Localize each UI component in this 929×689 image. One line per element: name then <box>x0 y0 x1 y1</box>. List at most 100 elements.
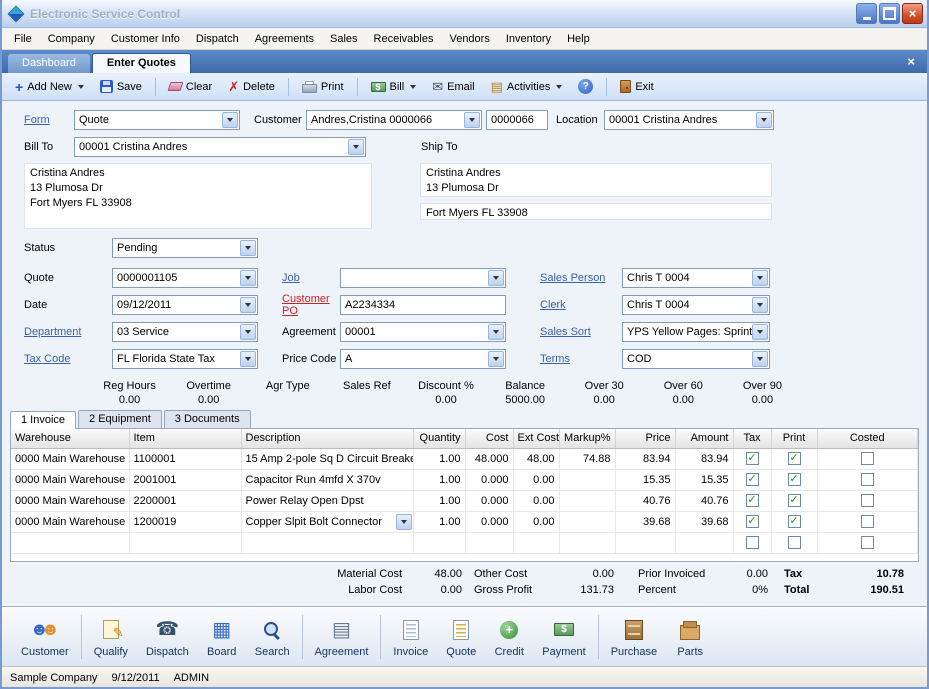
col-print[interactable]: Print <box>771 429 817 448</box>
dropdown-arrow-icon[interactable] <box>240 270 256 286</box>
menu-customer-info[interactable]: Customer Info <box>103 30 188 48</box>
cell-ext-cost[interactable]: 0.00 <box>513 511 559 532</box>
cell-item[interactable]: 1200019 <box>129 511 241 532</box>
department-link-label[interactable]: Department <box>24 326 112 338</box>
date-select[interactable]: 09/12/2011 <box>112 295 258 315</box>
cell-cost[interactable]: 0.000 <box>465 490 513 511</box>
ship-address-box[interactable]: Cristina Andres 13 Plumosa Dr <box>420 163 772 197</box>
status-select[interactable]: Pending <box>112 238 258 258</box>
tax-checkbox[interactable] <box>746 515 759 528</box>
dropdown-arrow-icon[interactable] <box>240 351 256 367</box>
cell-warehouse[interactable]: 0000 Main Warehouse <box>11 469 129 490</box>
print-checkbox[interactable] <box>788 473 801 486</box>
bill-button[interactable]: $ Bill <box>364 78 424 96</box>
parts-shortcut-button[interactable]: Parts <box>666 612 714 662</box>
cell-item[interactable]: 1100001 <box>129 448 241 469</box>
location-select[interactable]: 00001 Cristina Andres <box>604 110 774 130</box>
table-row[interactable]: 0000 Main Warehouse 1100001 15 Amp 2-pol… <box>11 448 918 469</box>
terms-select[interactable]: COD <box>622 349 770 369</box>
cell-cost[interactable] <box>465 532 513 553</box>
cell-quantity[interactable]: 1.00 <box>413 448 465 469</box>
cell-markup[interactable]: 74.88 <box>559 448 615 469</box>
payment-shortcut-button[interactable]: $ Payment <box>533 612 594 662</box>
menu-file[interactable]: File <box>6 30 40 48</box>
table-row[interactable]: 0000 Main Warehouse 1200019 Copper Slpit… <box>11 511 918 532</box>
cell-description[interactable] <box>241 532 413 553</box>
dropdown-arrow-icon[interactable] <box>222 112 238 128</box>
tax-code-link-label[interactable]: Tax Code <box>24 353 112 365</box>
sales-sort-select[interactable]: YPS Yellow Pages: Sprint <box>622 322 770 342</box>
customer-shortcut-button[interactable]: ☻ ☻ Customer <box>12 612 78 662</box>
save-button[interactable]: Save <box>93 77 149 96</box>
print-checkbox[interactable] <box>788 515 801 528</box>
add-new-button[interactable]: + Add New <box>8 78 91 96</box>
col-amount[interactable]: Amount <box>675 429 733 448</box>
cell-description[interactable]: Power Relay Open Dpst <box>241 490 413 511</box>
ship-city-box[interactable]: Fort Myers FL 33908 <box>420 203 772 220</box>
cell-cost[interactable]: 0.000 <box>465 469 513 490</box>
bill-dropdown-icon[interactable] <box>410 85 416 89</box>
col-description[interactable]: Description <box>241 429 413 448</box>
cell-warehouse[interactable]: 0000 Main Warehouse <box>11 490 129 511</box>
cell-ext-cost[interactable] <box>513 532 559 553</box>
board-shortcut-button[interactable]: ▦ Board <box>198 612 246 662</box>
quote-number-select[interactable]: 0000001105 <box>112 268 258 288</box>
dropdown-arrow-icon[interactable] <box>240 240 256 256</box>
cell-amount[interactable]: 83.94 <box>675 448 733 469</box>
department-select[interactable]: 03 Service <box>112 322 258 342</box>
tax-checkbox[interactable] <box>746 494 759 507</box>
table-row[interactable] <box>11 532 918 553</box>
menu-inventory[interactable]: Inventory <box>498 30 559 48</box>
qualify-shortcut-button[interactable]: ✎ Qualify <box>85 612 137 662</box>
menu-dispatch[interactable]: Dispatch <box>188 30 247 48</box>
dropdown-arrow-icon[interactable] <box>752 324 768 340</box>
dropdown-arrow-icon[interactable] <box>464 112 480 128</box>
cell-warehouse[interactable]: 0000 Main Warehouse <box>11 511 129 532</box>
col-item[interactable]: Item <box>129 429 241 448</box>
clerk-link-label[interactable]: Clerk <box>540 299 622 311</box>
add-new-dropdown-icon[interactable] <box>78 85 84 89</box>
tax-checkbox[interactable] <box>746 536 759 549</box>
col-markup[interactable]: Markup% <box>559 429 615 448</box>
costed-checkbox[interactable] <box>861 473 874 486</box>
cell-amount[interactable]: 40.76 <box>675 490 733 511</box>
dropdown-arrow-icon[interactable] <box>752 351 768 367</box>
col-price[interactable]: Price <box>615 429 675 448</box>
cell-amount[interactable] <box>675 532 733 553</box>
invoice-shortcut-button[interactable]: Invoice <box>384 612 437 662</box>
cell-price[interactable]: 39.68 <box>615 511 675 532</box>
exit-button[interactable]: Exit <box>613 77 660 96</box>
tab-equipment[interactable]: 2 Equipment <box>78 410 162 428</box>
clear-button[interactable]: Clear <box>162 78 219 96</box>
maximize-button[interactable] <box>879 3 900 24</box>
cell-price[interactable]: 15.35 <box>615 469 675 490</box>
cell-quantity[interactable]: 1.00 <box>413 469 465 490</box>
cell-amount[interactable]: 15.35 <box>675 469 733 490</box>
job-link-label[interactable]: Job <box>282 272 340 284</box>
cell-warehouse[interactable] <box>11 532 129 553</box>
cell-quantity[interactable]: 1.00 <box>413 511 465 532</box>
sales-person-select[interactable]: Chris T 0004 <box>622 268 770 288</box>
menu-receivables[interactable]: Receivables <box>366 30 442 48</box>
menu-vendors[interactable]: Vendors <box>441 30 497 48</box>
customer-po-input[interactable]: A2234334 <box>340 295 506 315</box>
cell-cost[interactable]: 0.000 <box>465 511 513 532</box>
credit-shortcut-button[interactable]: + Credit <box>485 612 533 662</box>
form-link-label[interactable]: Form <box>24 114 74 126</box>
cell-warehouse[interactable]: 0000 Main Warehouse <box>11 448 129 469</box>
cell-item[interactable]: 2001001 <box>129 469 241 490</box>
form-select[interactable]: Quote <box>74 110 240 130</box>
minimize-button[interactable] <box>856 3 877 24</box>
cell-description[interactable]: Copper Slpit Bolt Connector <box>241 511 413 532</box>
cell-price[interactable]: 40.76 <box>615 490 675 511</box>
cell-quantity[interactable] <box>413 532 465 553</box>
col-ext-cost[interactable]: Ext Cost <box>513 429 559 448</box>
cell-ext-cost[interactable]: 0.00 <box>513 490 559 511</box>
menu-company[interactable]: Company <box>40 30 103 48</box>
cell-markup[interactable] <box>559 511 615 532</box>
tab-enter-quotes[interactable]: Enter Quotes <box>92 53 191 73</box>
table-row[interactable]: 0000 Main Warehouse 2001001 Capacitor Ru… <box>11 469 918 490</box>
cell-ext-cost[interactable]: 48.00 <box>513 448 559 469</box>
quote-shortcut-button[interactable]: Quote <box>437 612 485 662</box>
col-quantity[interactable]: Quantity <box>413 429 465 448</box>
